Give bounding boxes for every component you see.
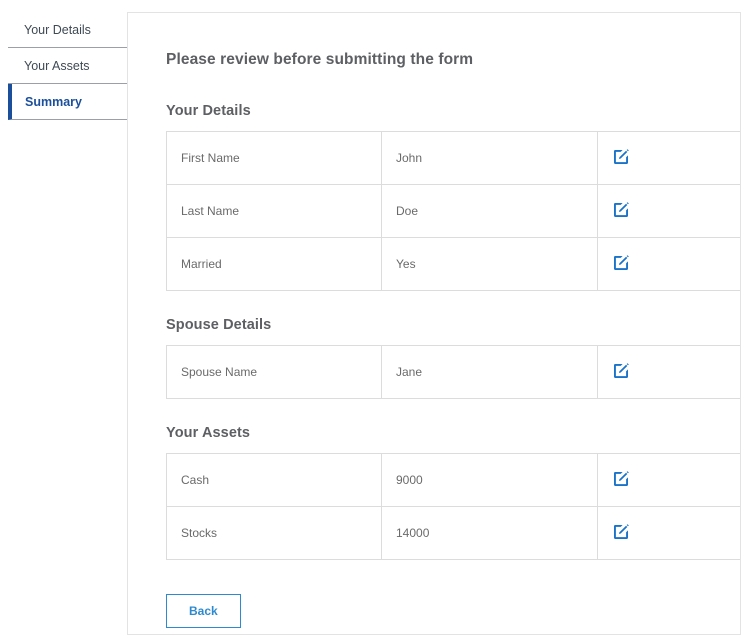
summary-review-page: Your Details Your Assets Summary Please …: [0, 0, 750, 642]
row-value: 14000: [382, 507, 598, 560]
row-label: Cash: [167, 454, 382, 507]
edit-pencil-square-icon-button[interactable]: [612, 523, 630, 541]
summary-table-your-details: First Name John: [166, 131, 741, 291]
edit-pencil-square-icon-button[interactable]: [612, 148, 630, 166]
table-row: Stocks 14000: [167, 507, 742, 560]
row-value: Doe: [382, 185, 598, 238]
row-label: Stocks: [167, 507, 382, 560]
main-content-panel: Please review before submitting the form…: [127, 12, 741, 635]
summary-table-spouse-details: Spouse Name Jane: [166, 345, 741, 399]
section-title: Your Details: [166, 103, 702, 119]
table-row: Married Yes: [167, 238, 742, 291]
table-row: Spouse Name Jane: [167, 346, 742, 399]
row-label: Spouse Name: [167, 346, 382, 399]
table-row: First Name John: [167, 132, 742, 185]
row-action-cell: [598, 346, 742, 399]
row-action-cell: [598, 454, 742, 507]
section-title: Your Assets: [166, 425, 702, 441]
row-value: Yes: [382, 238, 598, 291]
table-row: Cash 9000: [167, 454, 742, 507]
section-your-details: Your Details First Name John: [166, 103, 702, 291]
row-action-cell: [598, 185, 742, 238]
sidebar-item-label: Your Assets: [24, 59, 90, 73]
row-label: Last Name: [167, 185, 382, 238]
row-value: Jane: [382, 346, 598, 399]
row-label: Married: [167, 238, 382, 291]
edit-pencil-square-icon-button[interactable]: [612, 362, 630, 380]
form-actions: Back: [166, 594, 702, 628]
section-title: Spouse Details: [166, 317, 702, 333]
summary-table-your-assets: Cash 9000: [166, 453, 741, 560]
edit-pencil-square-icon-button[interactable]: [612, 470, 630, 488]
row-action-cell: [598, 507, 742, 560]
sidebar-item-label: Your Details: [24, 23, 91, 37]
section-spouse-details: Spouse Details Spouse Name Jane: [166, 317, 702, 399]
row-action-cell: [598, 238, 742, 291]
row-value: 9000: [382, 454, 598, 507]
edit-pencil-square-icon-button[interactable]: [612, 254, 630, 272]
row-action-cell: [598, 132, 742, 185]
back-button[interactable]: Back: [166, 594, 241, 628]
section-your-assets: Your Assets Cash 9000: [166, 425, 702, 560]
row-label: First Name: [167, 132, 382, 185]
row-value: John: [382, 132, 598, 185]
sidebar-item-label: Summary: [25, 95, 82, 109]
edit-pencil-square-icon-button[interactable]: [612, 201, 630, 219]
page-title: Please review before submitting the form: [166, 51, 702, 69]
table-row: Last Name Doe: [167, 185, 742, 238]
